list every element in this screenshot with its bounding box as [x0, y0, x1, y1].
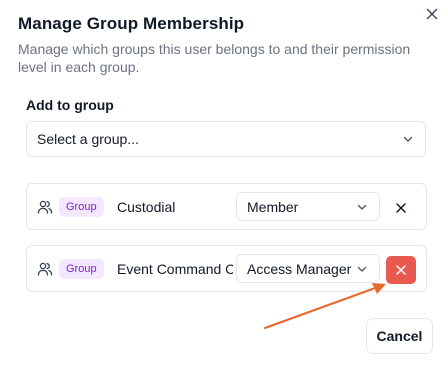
chevron-down-icon	[355, 200, 369, 214]
x-icon	[396, 203, 406, 213]
permission-value: Access Manager	[247, 260, 352, 277]
dialog-title: Manage Group Membership	[18, 14, 245, 33]
remove-membership-button[interactable]	[386, 256, 416, 284]
group-badge: Group	[59, 197, 104, 217]
x-icon	[396, 265, 406, 275]
membership-row: Group Custodial Member	[26, 183, 427, 230]
group-name: Custodial	[117, 199, 176, 215]
users-icon	[37, 199, 53, 215]
remove-membership-button[interactable]	[387, 194, 415, 222]
permission-value: Member	[247, 198, 299, 215]
manage-group-dialog: Manage Group Membership Manage which gro…	[0, 0, 448, 375]
close-icon[interactable]	[424, 6, 440, 22]
users-icon	[37, 261, 53, 277]
group-select-placeholder: Select a group...	[37, 131, 139, 147]
add-to-group-label: Add to group	[26, 97, 114, 113]
group-name: Event Command C...	[117, 261, 233, 277]
cancel-button[interactable]: Cancel	[366, 318, 433, 354]
chevron-down-icon	[355, 262, 369, 276]
chevron-down-icon	[401, 132, 415, 146]
permission-select[interactable]: Member	[236, 192, 380, 221]
membership-row: Group Event Command C... Access Manager	[26, 245, 427, 292]
dialog-description: Manage which groups this user belongs to…	[18, 41, 411, 75]
group-select[interactable]: Select a group...	[26, 121, 426, 157]
group-badge: Group	[59, 259, 104, 279]
permission-select[interactable]: Access Manager	[236, 254, 380, 283]
